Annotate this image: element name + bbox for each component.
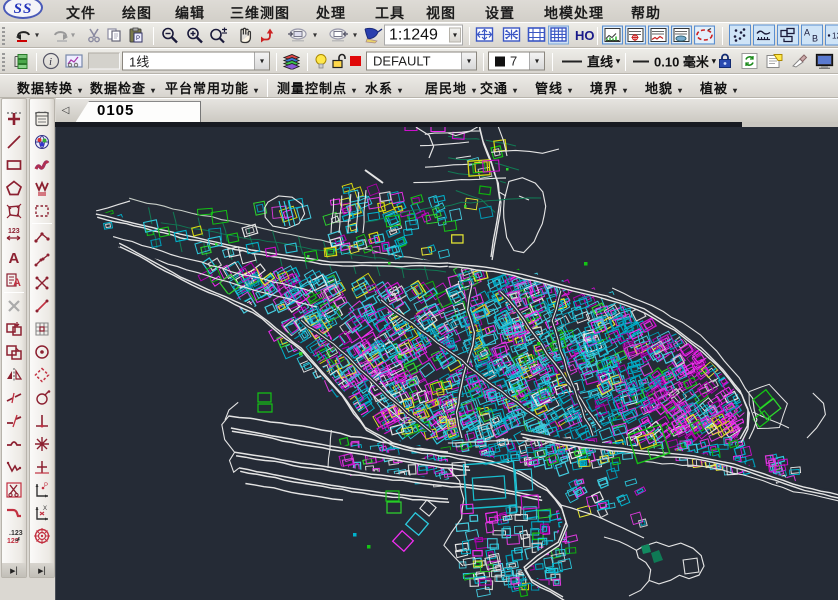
svg-text:A: A (9, 250, 20, 266)
svg-text:123: 123 (7, 538, 19, 545)
svg-text:HO: HO (575, 28, 595, 42)
svg-text:123: 123 (832, 32, 838, 41)
svg-text:B: B (812, 34, 818, 44)
svg-text:P: P (44, 483, 48, 489)
svg-text:123: 123 (8, 228, 20, 235)
svg-text:X: X (43, 506, 47, 512)
svg-text:i: i (49, 56, 52, 68)
svg-text:A: A (13, 277, 21, 289)
svg-text:.123: .123 (9, 530, 23, 537)
svg-text:A: A (804, 28, 810, 38)
svg-text:P: P (136, 36, 140, 42)
